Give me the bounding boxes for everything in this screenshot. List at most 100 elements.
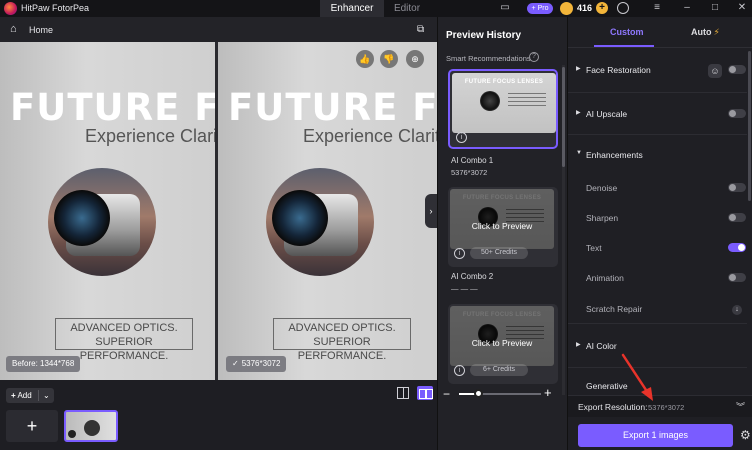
app-logo-icon — [4, 2, 17, 15]
info-icon[interactable]: i — [454, 248, 465, 259]
close-icon[interactable]: ✕ — [736, 2, 748, 14]
card-thumbnail: FUTURE FOCUS LENSES — [450, 306, 554, 366]
credits-count: 416 — [577, 3, 593, 13]
gear-icon[interactable]: ⚙ — [740, 428, 751, 442]
pro-button[interactable]: + Pro — [527, 3, 553, 14]
info-icon[interactable]: i — [456, 132, 467, 143]
enhancements-label: Enhancements — [586, 150, 643, 160]
bolt-icon: ⚡ — [713, 27, 720, 37]
chevron-down-icon[interactable]: ⌄ — [43, 388, 50, 403]
image-thumbnail[interactable] — [64, 410, 118, 442]
click-to-preview-label[interactable]: Click to Preview — [448, 221, 556, 231]
poster-tagline-box: ADVANCED OPTICS. SUPERIOR PERFORMANCE. — [55, 318, 193, 362]
canvas-area: FUTURE FOCUS LENSES Experience Clarity A… — [0, 42, 437, 380]
face-icon[interactable]: ☺ — [708, 64, 722, 78]
face-restoration-toggle[interactable] — [728, 65, 746, 74]
collapse-panel-icon[interactable]: › — [425, 194, 437, 228]
plus-icon: + — [11, 391, 16, 400]
tab-editor[interactable]: Editor — [384, 0, 430, 17]
info-icon[interactable]: i — [454, 365, 465, 376]
lens-image — [266, 168, 374, 276]
history-card[interactable]: FUTURE FOCUS LENSES i — [448, 69, 558, 149]
tab-custom[interactable]: Custom — [610, 27, 644, 37]
caret-right-icon[interactable]: ▶ — [576, 341, 581, 348]
zoom-icon[interactable]: ⊕ — [406, 50, 424, 68]
coin-icon — [560, 2, 573, 15]
card-thumbnail: FUTURE FOCUS LENSES — [452, 73, 556, 133]
tab-auto-label: Auto — [691, 27, 712, 37]
chat-icon[interactable]: ▭ — [499, 2, 511, 14]
bottom-bar: + Add ⌄ + — [0, 380, 437, 450]
double-chevron-down-icon[interactable]: ︾ — [736, 400, 745, 413]
maximize-icon[interactable]: □ — [709, 2, 721, 14]
history-card[interactable]: FUTURE FOCUS LENSES Click to Preview i 5… — [448, 187, 558, 267]
sharpen-toggle[interactable] — [728, 213, 746, 222]
after-pane: FUTURE FOCUS LENSES Experience Clarity A… — [218, 42, 437, 380]
smart-recommendations-label: Smart Recommendations — [446, 54, 531, 63]
add-image-tile[interactable]: + — [6, 410, 58, 442]
user-icon[interactable] — [617, 2, 629, 14]
tab-auto[interactable]: Auto ⚡ — [691, 27, 720, 38]
minimize-icon[interactable]: – — [681, 2, 693, 14]
history-card[interactable]: FUTURE FOCUS LENSES Click to Preview i 6… — [448, 304, 558, 384]
menu-icon[interactable]: ≡ — [651, 2, 663, 14]
poster-tagline-1: ADVANCED OPTICS. — [70, 322, 178, 334]
thumbs-up-icon[interactable]: 👍 — [356, 50, 374, 68]
tab-enhancer[interactable]: Enhancer — [320, 0, 384, 17]
split-view-icon[interactable] — [417, 386, 433, 400]
export-resolution-bar[interactable]: Export Resolution: 5376*3072 ︾ — [568, 395, 752, 417]
lens-image — [48, 168, 156, 276]
denoise-label: Denoise — [586, 183, 618, 193]
click-to-preview-label[interactable]: Click to Preview — [448, 338, 556, 348]
poster-subtitle: Experience Clarity — [85, 126, 215, 146]
info-icon — [68, 430, 76, 438]
animation-toggle[interactable] — [728, 273, 746, 282]
caret-down-icon[interactable]: ▼ — [576, 150, 582, 156]
export-resolution-value: 5376*3072 — [648, 403, 685, 412]
poster-tagline-1: ADVANCED OPTICS. — [288, 322, 396, 334]
denoise-toggle[interactable] — [728, 183, 746, 192]
zoom-in-icon[interactable]: + — [544, 385, 552, 400]
credit-chip: 50+ Credits — [470, 247, 528, 259]
scratch-repair-label: Scratch Repair — [586, 304, 643, 314]
poster-title: FUTURE FOCUS LENSES — [228, 86, 437, 129]
card-label: AI Combo 1 — [451, 156, 494, 165]
help-icon[interactable]: ? — [529, 52, 539, 62]
credit-chip: 6+ Credits — [470, 364, 528, 376]
poster-subtitle: Experience Clarity — [303, 126, 437, 146]
card-heading: FUTURE FOCUS LENSES — [462, 195, 542, 201]
ai-upscale-toggle[interactable] — [728, 109, 746, 118]
card-dims: — — — — [451, 284, 478, 293]
card-thumbnail: FUTURE FOCUS LENSES — [450, 189, 554, 249]
export-button[interactable]: Export 1 images — [578, 424, 733, 447]
caret-right-icon[interactable]: ▶ — [576, 65, 581, 72]
buy-credits-icon[interactable]: + — [596, 2, 608, 14]
add-label: Add — [17, 391, 32, 400]
poster-tagline-box: ADVANCED OPTICS. SUPERIOR PERFORMANCE. — [273, 318, 411, 362]
crop-icon[interactable]: ⧉ — [417, 24, 428, 35]
settings-scrollbar[interactable] — [748, 51, 751, 201]
home-icon[interactable]: ⌂ — [10, 23, 22, 35]
add-button[interactable]: + Add ⌄ — [6, 388, 54, 403]
home-bar: ⌂ Home ⧉ — [0, 17, 437, 42]
history-title: Preview History — [446, 30, 522, 41]
before-resolution-badge: Before: 1344*768 — [6, 356, 81, 372]
ai-upscale-label: AI Upscale — [586, 109, 628, 119]
home-link[interactable]: Home — [29, 25, 53, 35]
card-label: AI Combo 2 — [451, 272, 494, 281]
text-toggle[interactable] — [728, 243, 746, 252]
zoom-slider-handle[interactable] — [474, 389, 483, 398]
title-bar: HitPaw FotorPea Enhancer Editor ▭ + Pro … — [0, 0, 752, 17]
history-scroll-thumb[interactable] — [562, 67, 565, 167]
caret-right-icon[interactable]: ▶ — [576, 109, 581, 116]
red-arrow-annotation — [621, 353, 653, 401]
thumbs-down-icon[interactable]: 👎 — [380, 50, 398, 68]
download-icon[interactable]: ↓ — [732, 305, 742, 315]
card-heading: FUTURE FOCUS LENSES — [464, 79, 544, 85]
compare-view-icon[interactable] — [397, 387, 409, 399]
zoom-out-icon[interactable]: − — [443, 387, 450, 401]
text-label: Text — [586, 243, 602, 253]
check-icon: ✓ — [232, 359, 239, 368]
poster-title: FUTURE FOCUS LENSES — [10, 86, 215, 129]
card-dims: 5376*3072 — [451, 168, 488, 177]
